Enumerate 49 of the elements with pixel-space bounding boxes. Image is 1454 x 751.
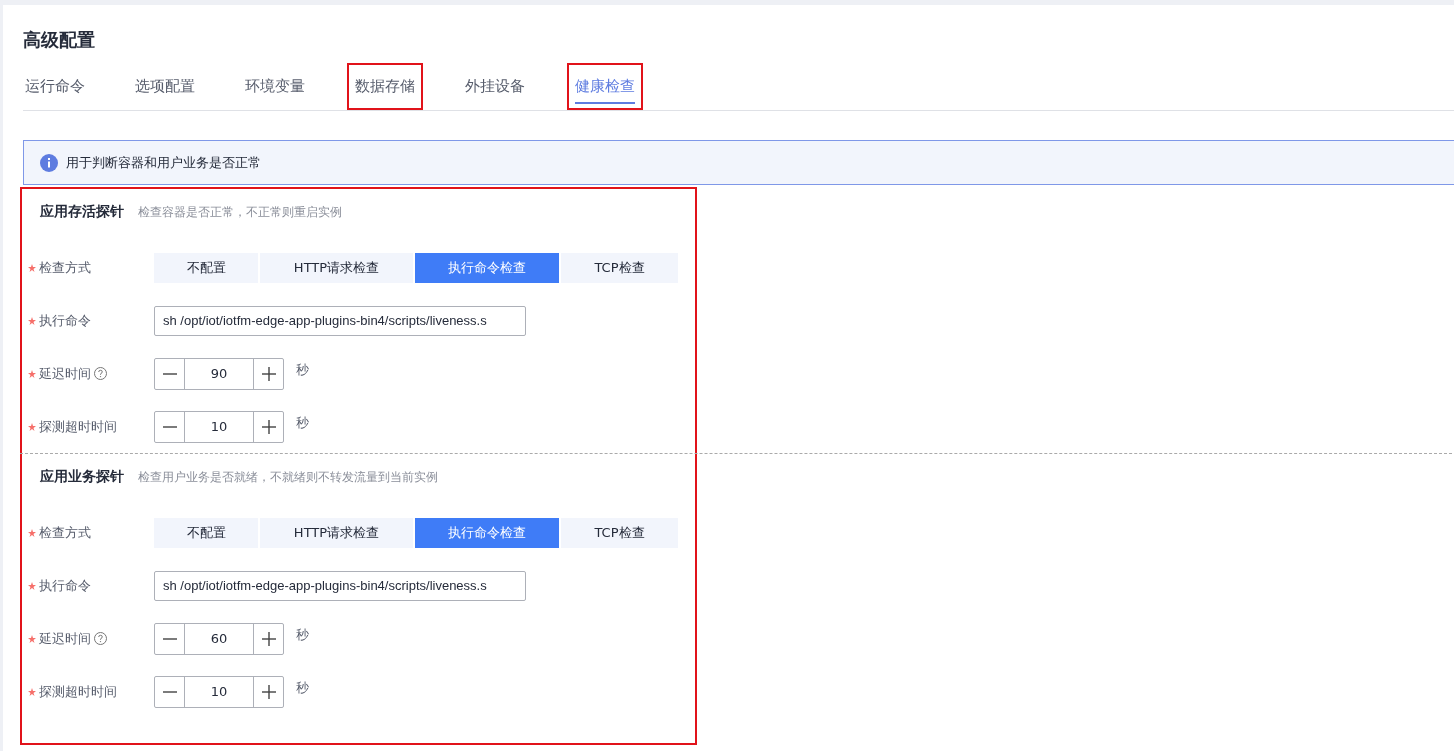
probe-title: 应用业务探针 [40, 468, 124, 486]
tab[interactable]: 环境变量 [237, 63, 313, 110]
tab[interactable]: 数据存储 [347, 63, 423, 110]
unit-label: 秒 [296, 360, 309, 379]
number-value: 90 [184, 358, 254, 389]
field-label: 探测超时时间 [39, 417, 117, 436]
field-label: 执行命令 [39, 576, 91, 595]
unit-label: 秒 [296, 625, 309, 644]
plus-icon[interactable] [261, 684, 276, 699]
number-stepper[interactable]: 10 [154, 410, 284, 443]
plus-icon[interactable] [261, 631, 276, 646]
field-label: 执行命令 [39, 311, 91, 330]
option-button[interactable]: HTTP请求检查 [260, 517, 413, 548]
command-input[interactable]: sh /opt/iot/iotfm-edge-app-plugins-bin4/scripts/liveness.s [154, 570, 526, 601]
tab[interactable]: 运行命令 [23, 63, 93, 110]
number-value: 10 [184, 411, 254, 442]
option-button[interactable]: TCP检查 [561, 517, 678, 548]
option-button[interactable]: TCP检查 [561, 252, 678, 283]
info-icon [40, 153, 58, 172]
unit-label: 秒 [296, 678, 309, 697]
info-text: 用于判断容器和用户业务是否正常 [66, 153, 261, 172]
option-button[interactable]: 执行命令检查 [415, 517, 559, 548]
option-button[interactable]: 执行命令检查 [415, 252, 559, 283]
tab[interactable]: 选项配置 [127, 63, 203, 110]
plus-icon[interactable] [261, 366, 276, 381]
option-button[interactable]: HTTP请求检查 [260, 252, 413, 283]
tab[interactable]: 健康检查 [567, 63, 643, 110]
unit-label: 秒 [296, 413, 309, 432]
option-button[interactable]: 不配置 [154, 252, 258, 283]
probe-title: 应用存活探针 [40, 203, 124, 221]
command-input[interactable]: sh /opt/iot/iotfm-edge-app-plugins-bin4/scripts/liveness.s [154, 305, 526, 336]
field-label: 延迟时间 [39, 364, 91, 383]
number-stepper[interactable]: 90 [154, 357, 284, 390]
number-value: 10 [184, 676, 254, 707]
number-stepper[interactable]: 60 [154, 622, 284, 655]
number-value: 60 [184, 623, 254, 654]
option-button[interactable]: 不配置 [154, 517, 258, 548]
help-icon[interactable] [94, 367, 107, 380]
number-stepper[interactable]: 10 [154, 675, 284, 708]
probe-description: 检查用户业务是否就绪，不就绪则不转发流量到当前实例 [138, 469, 438, 486]
section-title: 高级配置 [23, 28, 96, 52]
field-label: 延迟时间 [39, 629, 91, 648]
field-label: 探测超时时间 [39, 682, 117, 701]
help-icon[interactable] [94, 632, 107, 645]
plus-icon[interactable] [261, 419, 276, 434]
field-label: 检查方式 [39, 523, 91, 542]
probe-description: 检查容器是否正常，不正常则重启实例 [138, 204, 342, 221]
tab[interactable]: 外挂设备 [457, 63, 533, 110]
field-label: 检查方式 [39, 258, 91, 277]
